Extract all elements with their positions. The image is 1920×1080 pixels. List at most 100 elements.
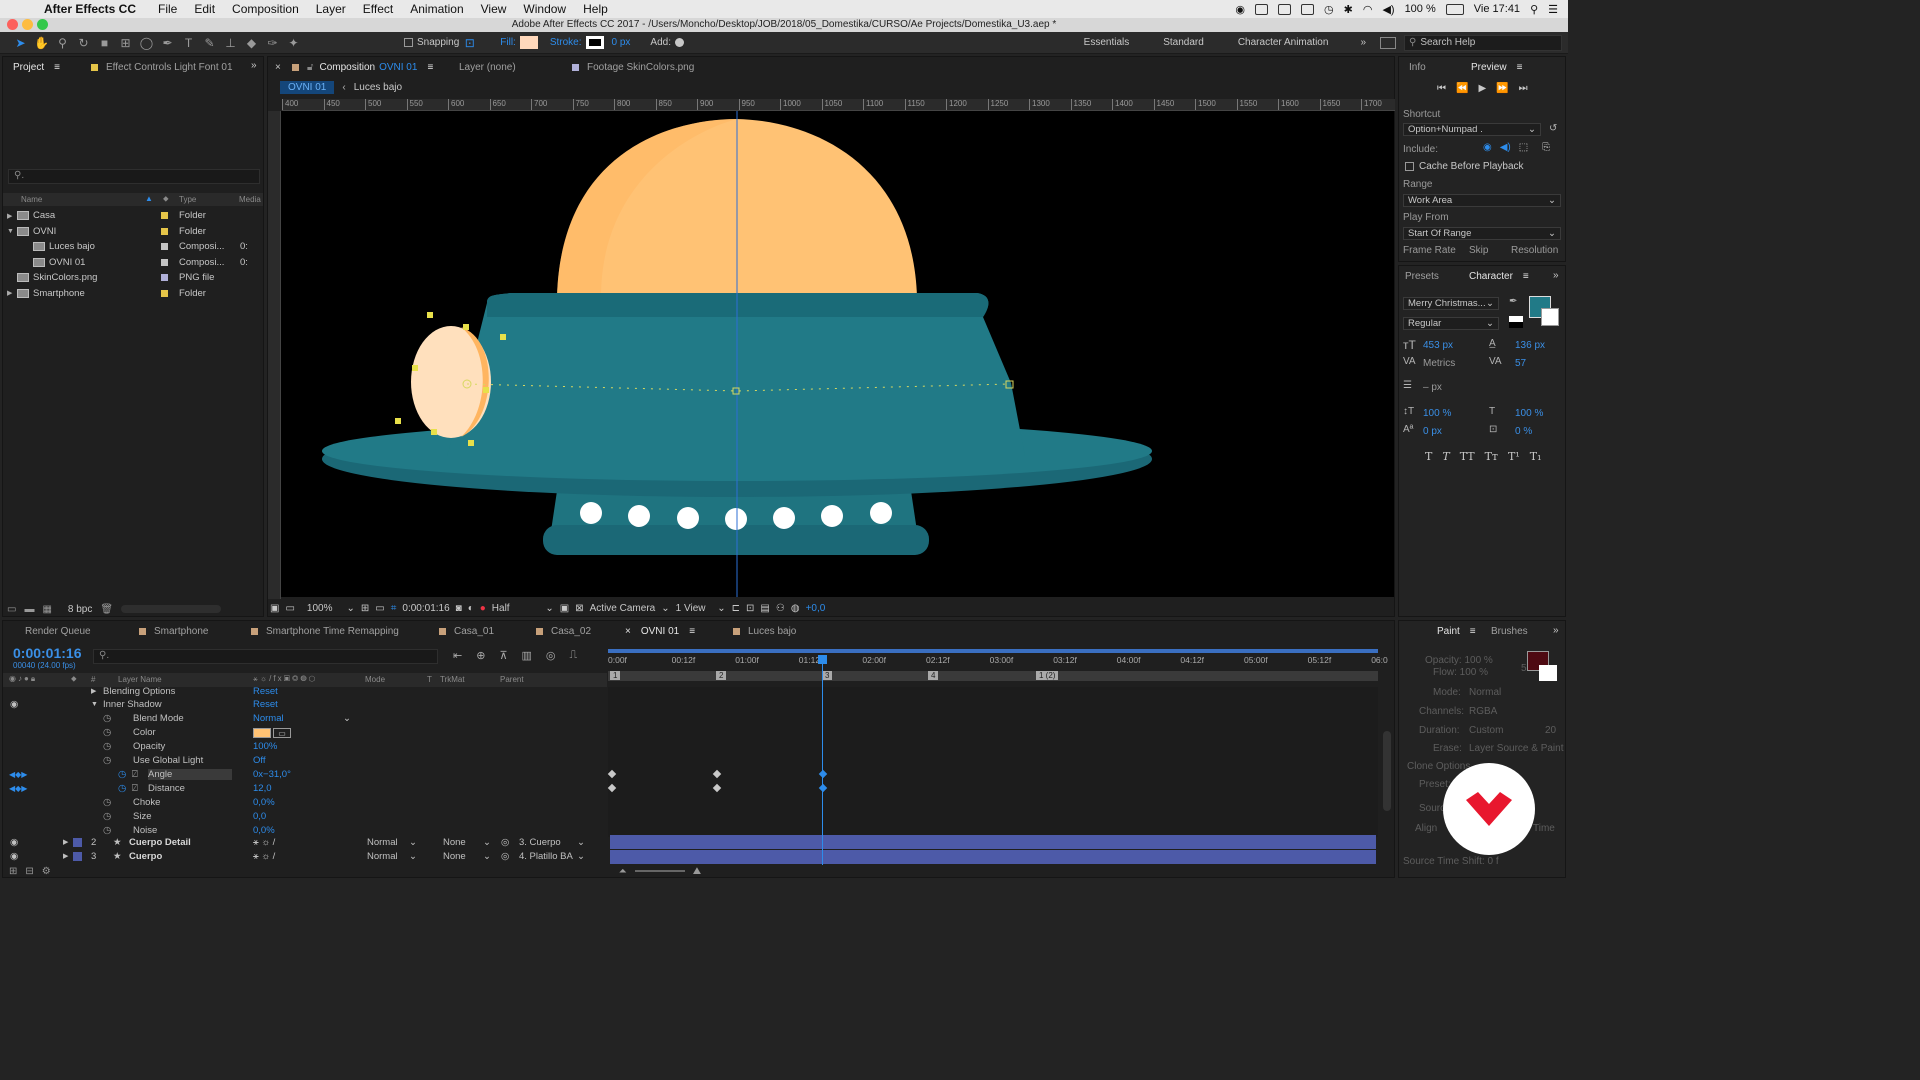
toggle-render-time-icon[interactable]: ⚙ [42, 866, 51, 877]
timeline-menu-icon[interactable]: ≡ [689, 626, 695, 637]
col-layer-name[interactable]: Layer Name [118, 675, 162, 684]
rotate-tool-icon[interactable]: ↻ [75, 35, 92, 50]
stroke-width-value[interactable]: 0 px [612, 37, 631, 48]
include-audio-icon[interactable]: ◀) [1500, 142, 1511, 153]
property-value[interactable]: 100% [253, 741, 277, 752]
layer-name[interactable]: Cuerpo Detail [129, 837, 191, 848]
close-window-button[interactable] [7, 19, 18, 30]
layer-parent[interactable]: 4. Platillo BA [519, 851, 573, 862]
zoom-tool-icon[interactable]: ⚲ [54, 35, 71, 50]
font-family-dropdown[interactable]: Merry Christmas... ⌄ [1403, 297, 1499, 310]
color-eyedropper-icon[interactable]: ▭ [273, 727, 291, 738]
subscript-icon[interactable]: T₁ [1530, 450, 1542, 463]
zoom-out-time-icon[interactable]: ⏶ [619, 866, 627, 877]
wifi-icon[interactable]: ◠ [1363, 3, 1373, 16]
clone-time[interactable]: Time [1533, 823, 1555, 834]
tab-preview[interactable]: Preview ≡ [1463, 57, 1530, 77]
time-machine-icon[interactable]: ◷ [1324, 3, 1334, 16]
tab-footage[interactable]: Footage SkinColors.png [564, 57, 702, 77]
character-overflow-icon[interactable]: » [1553, 270, 1559, 281]
timeline-tab[interactable]: Luces bajo [725, 621, 804, 641]
timeline-icon[interactable]: ▤ [760, 603, 769, 614]
small-caps-icon[interactable]: Tт [1485, 450, 1498, 463]
cache-before-playback[interactable]: Cache Before Playback [1405, 161, 1524, 172]
motion-blur-icon[interactable]: ◎ [546, 649, 556, 662]
paint-channels-value[interactable]: RGBA [1469, 706, 1497, 717]
menu-effect[interactable]: Effect [363, 2, 393, 16]
panel-overflow-icon[interactable]: » [251, 60, 257, 71]
clock[interactable]: Vie 17:41 [1474, 3, 1520, 15]
item-label-swatch[interactable] [161, 243, 168, 250]
range-dropdown[interactable]: Work Area ⌄ [1403, 194, 1561, 207]
flowchart-icon[interactable]: ⚇ [776, 603, 785, 614]
project-item[interactable]: ▶ Casa Folder [3, 208, 263, 223]
zoom-dropdown[interactable]: 100% ⌄ [307, 603, 355, 614]
layer-mode[interactable]: Normal [367, 851, 398, 862]
menu-composition[interactable]: Composition [232, 2, 299, 16]
property-row[interactable]: ◉ ▼ Inner Shadow Reset [3, 698, 607, 712]
display-options-icon[interactable]: ▭ [285, 603, 294, 614]
menu-help[interactable]: Help [583, 2, 608, 16]
tab-character[interactable]: Character ≡ [1461, 266, 1537, 286]
source-time-shift[interactable]: Source Time Shift: 0 f [1403, 856, 1499, 867]
current-time-display[interactable]: 0:00:01:16 [402, 603, 449, 614]
stopwatch-icon[interactable]: ◷ [103, 755, 111, 766]
preview-menu-icon[interactable]: ≡ [1517, 62, 1523, 73]
menu-view[interactable]: View [481, 2, 507, 16]
col-parent[interactable]: Parent [500, 675, 524, 684]
previous-frame-icon[interactable]: ⏪ [1456, 83, 1468, 94]
workspace-character-animation[interactable]: Character Animation [1238, 37, 1329, 48]
stopwatch-icon[interactable]: ◷ [103, 727, 111, 738]
eraser-tool-icon[interactable]: ◆ [243, 35, 260, 50]
timeline-tab[interactable]: × OVNI 01 ≡ [617, 621, 703, 641]
stroke-color-swatch[interactable] [1541, 308, 1559, 326]
lock-icon[interactable]: 🔓︎ [307, 62, 313, 73]
paint-menu-icon[interactable]: ≡ [1470, 626, 1476, 637]
property-row[interactable]: ◀◆▶ ◷ ⍁ Distance 12,0 [3, 781, 607, 795]
layer-bar-cuerpo-detail[interactable] [610, 835, 1376, 849]
comp-marker[interactable]: 1 [610, 671, 621, 680]
menu-edit[interactable]: Edit [194, 2, 215, 16]
snapshot-icon[interactable]: ◙ [456, 603, 462, 614]
tab-paint[interactable]: Paint ≡ [1429, 621, 1484, 641]
selection-tool-icon[interactable]: ➤ [12, 35, 29, 50]
faux-bold-icon[interactable]: T [1425, 450, 1432, 463]
baseline-shift-value[interactable]: 0 px [1423, 426, 1442, 437]
include-layer-controls-icon[interactable]: ⎘ [1542, 142, 1550, 153]
shadow-color-swatch[interactable] [253, 727, 271, 738]
comp-panel-menu-icon[interactable]: ≡ [427, 62, 433, 73]
toggle-modes-icon[interactable]: ⊟ [25, 866, 33, 877]
stroke-width-value-char[interactable]: – px [1423, 382, 1442, 393]
ufo-body[interactable] [447, 293, 1025, 456]
property-row[interactable]: ◷ Use Global Light Off [3, 754, 607, 768]
twirl-icon[interactable]: ▶ [63, 838, 68, 846]
visibility-eye-icon[interactable]: ◉ [10, 699, 18, 710]
time-zoom-slider[interactable] [634, 870, 685, 872]
channel-icon[interactable]: ● [480, 603, 486, 614]
property-value[interactable]: Off [253, 755, 266, 766]
playhead-icon[interactable] [818, 655, 827, 664]
tab-effect-controls[interactable]: Effect Controls Light Font 01 [83, 57, 241, 77]
shortcut-dropdown[interactable]: Option+Numpad . ⌄ [1403, 123, 1541, 136]
include-video-icon[interactable]: ◉ [1483, 142, 1492, 153]
show-snapshot-icon[interactable]: ◐ [468, 603, 474, 614]
stopwatch-icon[interactable]: ◷ [118, 783, 126, 794]
paint-duration-value[interactable]: Custom [1469, 725, 1503, 736]
property-row[interactable]: ▶ Blending Options Reset [3, 684, 607, 698]
col-t[interactable]: T [427, 675, 432, 684]
tab-info[interactable]: Info [1401, 57, 1434, 77]
interpret-footage-icon[interactable]: ▭ [7, 604, 16, 615]
clone-stamp-tool-icon[interactable]: ⊥ [222, 35, 239, 50]
display-icon[interactable] [1255, 3, 1268, 15]
item-label-swatch[interactable] [161, 212, 168, 219]
project-item[interactable]: Luces bajo Composi... 0: [3, 239, 263, 254]
new-folder-icon[interactable]: ▬ [24, 604, 34, 615]
swap-colors-icon[interactable] [1509, 316, 1523, 328]
property-value[interactable]: 0,0% [253, 797, 275, 808]
app-name-menu[interactable]: After Effects CC [44, 2, 136, 16]
horizontal-ruler[interactable]: 400 450 500 550 600 650 700 750 800 850 900 950 1000… [282, 99, 1395, 111]
sync-icon[interactable] [1380, 36, 1396, 49]
record-icon[interactable]: ◉ [1235, 3, 1245, 16]
timeline-tab[interactable]: Casa_02 [528, 621, 599, 641]
character-menu-icon[interactable]: ≡ [1523, 271, 1529, 282]
